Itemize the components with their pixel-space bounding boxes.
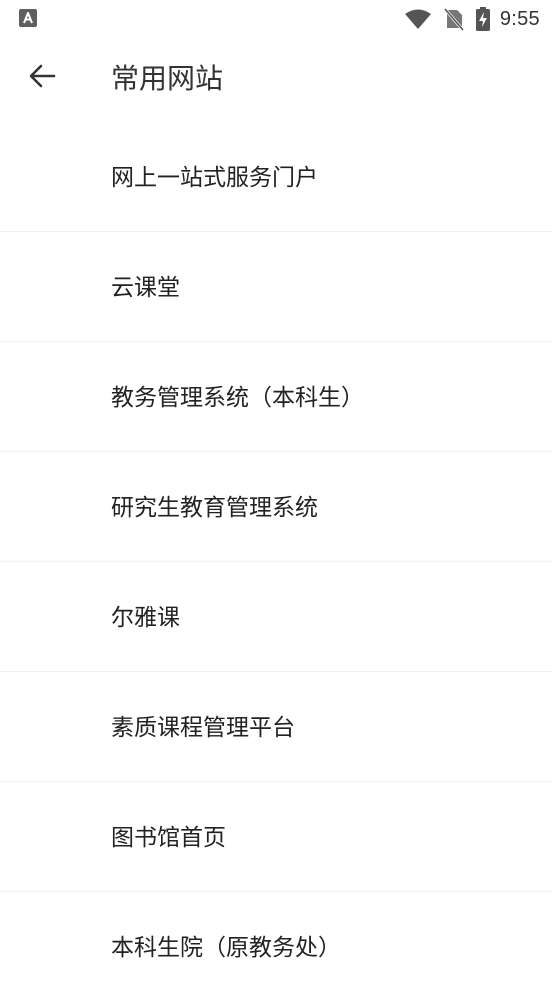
- site-item-academic-affairs[interactable]: 教务管理系统（本科生）: [0, 342, 552, 452]
- site-list: 网上一站式服务门户 云课堂 教务管理系统（本科生） 研究生教育管理系统 尔雅课 …: [0, 122, 552, 983]
- screen: 9:55 常用网站 网上一站式服务门户 云课堂 教务管理系统（本科生） 研究生教…: [0, 0, 552, 983]
- site-item-portal[interactable]: 网上一站式服务门户: [0, 122, 552, 232]
- back-button[interactable]: [18, 52, 66, 100]
- site-label: 图书馆首页: [111, 825, 226, 851]
- battery-charging-icon: [475, 7, 490, 31]
- site-item-quality-course[interactable]: 素质课程管理平台: [0, 672, 552, 782]
- page-title: 常用网站: [111, 62, 224, 95]
- site-label: 云课堂: [111, 275, 180, 301]
- app-notification-icon: [19, 9, 37, 27]
- arrow-left-icon: [29, 64, 56, 88]
- site-item-library[interactable]: 图书馆首页: [0, 782, 552, 892]
- site-item-erya-course[interactable]: 尔雅课: [0, 562, 552, 672]
- site-label: 本科生院（原教务处）: [111, 935, 341, 961]
- site-item-undergraduate-school[interactable]: 本科生院（原教务处）: [0, 892, 552, 983]
- app-bar: 常用网站: [0, 38, 552, 122]
- site-label: 研究生教育管理系统: [111, 495, 318, 521]
- status-icons: 9:55: [392, 6, 540, 32]
- site-item-cloud-classroom[interactable]: 云课堂: [0, 232, 552, 342]
- wifi-icon: [404, 9, 431, 29]
- site-item-graduate-system[interactable]: 研究生教育管理系统: [0, 452, 552, 562]
- no-sim-icon: [443, 8, 464, 31]
- status-time: 9:55: [499, 7, 540, 30]
- site-label: 网上一站式服务门户: [111, 165, 318, 191]
- site-label: 尔雅课: [111, 605, 180, 631]
- status-bar: 9:55: [0, 0, 552, 38]
- site-label: 素质课程管理平台: [111, 715, 295, 741]
- site-label: 教务管理系统（本科生）: [111, 385, 364, 411]
